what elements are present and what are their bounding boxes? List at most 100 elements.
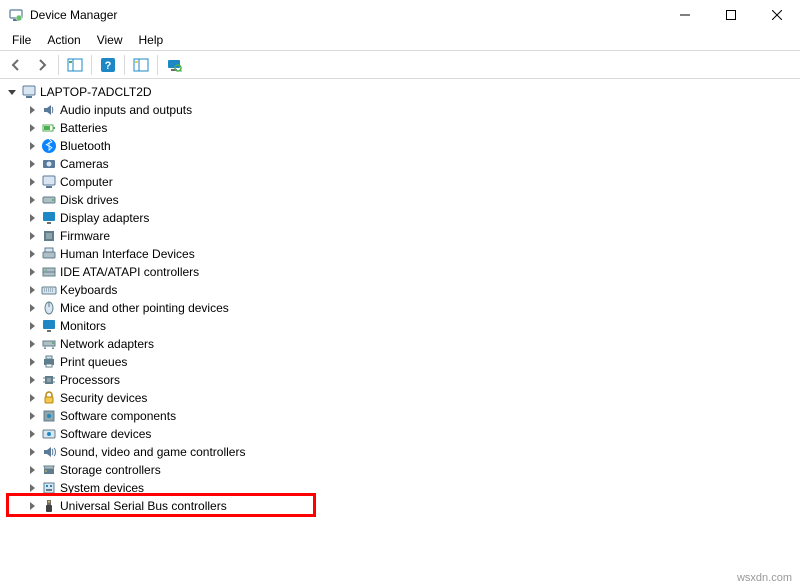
- tree-node[interactable]: Print queues: [2, 353, 798, 371]
- maximize-button[interactable]: [708, 0, 754, 30]
- expand-toggle-icon[interactable]: [24, 318, 40, 334]
- tree-node[interactable]: Software devices: [2, 425, 798, 443]
- expand-toggle-icon[interactable]: [24, 480, 40, 496]
- scan-hardware-button[interactable]: [162, 53, 186, 77]
- window-controls: [662, 0, 800, 30]
- help-button[interactable]: ?: [96, 53, 120, 77]
- node-label: Software components: [60, 407, 176, 425]
- node-label: Monitors: [60, 317, 106, 335]
- node-label: Sound, video and game controllers: [60, 443, 245, 461]
- expand-toggle-icon[interactable]: [24, 444, 40, 460]
- tree-node[interactable]: Processors: [2, 371, 798, 389]
- tree-node[interactable]: Sound, video and game controllers: [2, 443, 798, 461]
- toolbar-separator: [91, 55, 92, 75]
- tree-node[interactable]: Keyboards: [2, 281, 798, 299]
- toolbar-separator: [157, 55, 158, 75]
- tree-node[interactable]: Storage controllers: [2, 461, 798, 479]
- tree-node[interactable]: IDE ATA/ATAPI controllers: [2, 263, 798, 281]
- expand-toggle-icon[interactable]: [24, 174, 40, 190]
- computer-icon: [20, 84, 38, 100]
- expand-toggle-icon[interactable]: [4, 84, 20, 100]
- menu-view[interactable]: View: [89, 32, 131, 48]
- bluetooth-icon: [40, 138, 58, 154]
- node-label: Software devices: [60, 425, 151, 443]
- toolbar: ?: [0, 51, 800, 79]
- tree-node[interactable]: Audio inputs and outputs: [2, 101, 798, 119]
- menu-file[interactable]: File: [4, 32, 39, 48]
- app-icon: [8, 7, 24, 23]
- hid-icon: [40, 246, 58, 262]
- expand-toggle-icon[interactable]: [24, 228, 40, 244]
- tree-node[interactable]: Batteries: [2, 119, 798, 137]
- tree-node[interactable]: Software components: [2, 407, 798, 425]
- expand-toggle-icon[interactable]: [24, 210, 40, 226]
- tree-node[interactable]: Human Interface Devices: [2, 245, 798, 263]
- swcomp-icon: [40, 408, 58, 424]
- tree-node[interactable]: Network adapters: [2, 335, 798, 353]
- window-title: Device Manager: [30, 8, 662, 22]
- mouse-icon: [40, 300, 58, 316]
- tree-node[interactable]: Display adapters: [2, 209, 798, 227]
- minimize-button[interactable]: [662, 0, 708, 30]
- node-label: Display adapters: [60, 209, 149, 227]
- node-label: Computer: [60, 173, 113, 191]
- system-icon: [40, 480, 58, 496]
- menu-action[interactable]: Action: [39, 32, 88, 48]
- camera-icon: [40, 156, 58, 172]
- tree-node[interactable]: System devices: [2, 479, 798, 497]
- expand-toggle-icon[interactable]: [24, 462, 40, 478]
- tree-node[interactable]: Mice and other pointing devices: [2, 299, 798, 317]
- expand-toggle-icon[interactable]: [24, 426, 40, 442]
- battery-icon: [40, 120, 58, 136]
- properties-button[interactable]: [129, 53, 153, 77]
- root-label: LAPTOP-7ADCLT2D: [40, 83, 152, 101]
- tree-node[interactable]: Cameras: [2, 155, 798, 173]
- tree-node[interactable]: Monitors: [2, 317, 798, 335]
- expand-toggle-icon[interactable]: [24, 192, 40, 208]
- expand-toggle-icon[interactable]: [24, 498, 40, 514]
- back-button[interactable]: [4, 53, 28, 77]
- computer-icon: [40, 174, 58, 190]
- close-button[interactable]: [754, 0, 800, 30]
- expand-toggle-icon[interactable]: [24, 120, 40, 136]
- menu-help[interactable]: Help: [131, 32, 172, 48]
- expand-toggle-icon[interactable]: [24, 390, 40, 406]
- tree-node[interactable]: Firmware: [2, 227, 798, 245]
- node-label: Network adapters: [60, 335, 154, 353]
- device-tree[interactable]: LAPTOP-7ADCLT2D Audio inputs and outputs…: [0, 79, 800, 519]
- tree-node[interactable]: Security devices: [2, 389, 798, 407]
- expand-toggle-icon[interactable]: [24, 336, 40, 352]
- swdev-icon: [40, 426, 58, 442]
- tree-node[interactable]: Computer: [2, 173, 798, 191]
- tree-node[interactable]: Disk drives: [2, 191, 798, 209]
- node-label: Universal Serial Bus controllers: [60, 497, 227, 515]
- expand-toggle-icon[interactable]: [24, 138, 40, 154]
- node-label: Firmware: [60, 227, 110, 245]
- expand-toggle-icon[interactable]: [24, 300, 40, 316]
- expand-toggle-icon[interactable]: [24, 372, 40, 388]
- node-label: Security devices: [60, 389, 147, 407]
- expand-toggle-icon[interactable]: [24, 246, 40, 262]
- tree-root[interactable]: LAPTOP-7ADCLT2D: [2, 83, 798, 101]
- expand-toggle-icon[interactable]: [24, 354, 40, 370]
- sound-icon: [40, 444, 58, 460]
- node-label: IDE ATA/ATAPI controllers: [60, 263, 199, 281]
- network-icon: [40, 336, 58, 352]
- display-icon: [40, 210, 58, 226]
- tree-node[interactable]: Bluetooth: [2, 137, 798, 155]
- ide-icon: [40, 264, 58, 280]
- expand-toggle-icon[interactable]: [24, 102, 40, 118]
- show-hide-console-button[interactable]: [63, 53, 87, 77]
- tree-node[interactable]: Universal Serial Bus controllers: [2, 497, 798, 515]
- node-label: Batteries: [60, 119, 107, 137]
- expand-toggle-icon[interactable]: [24, 282, 40, 298]
- node-label: System devices: [60, 479, 144, 497]
- node-label: Keyboards: [60, 281, 117, 299]
- expand-toggle-icon[interactable]: [24, 408, 40, 424]
- expand-toggle-icon[interactable]: [24, 264, 40, 280]
- forward-button[interactable]: [30, 53, 54, 77]
- node-label: Processors: [60, 371, 120, 389]
- node-label: Disk drives: [60, 191, 119, 209]
- expand-toggle-icon[interactable]: [24, 156, 40, 172]
- firmware-icon: [40, 228, 58, 244]
